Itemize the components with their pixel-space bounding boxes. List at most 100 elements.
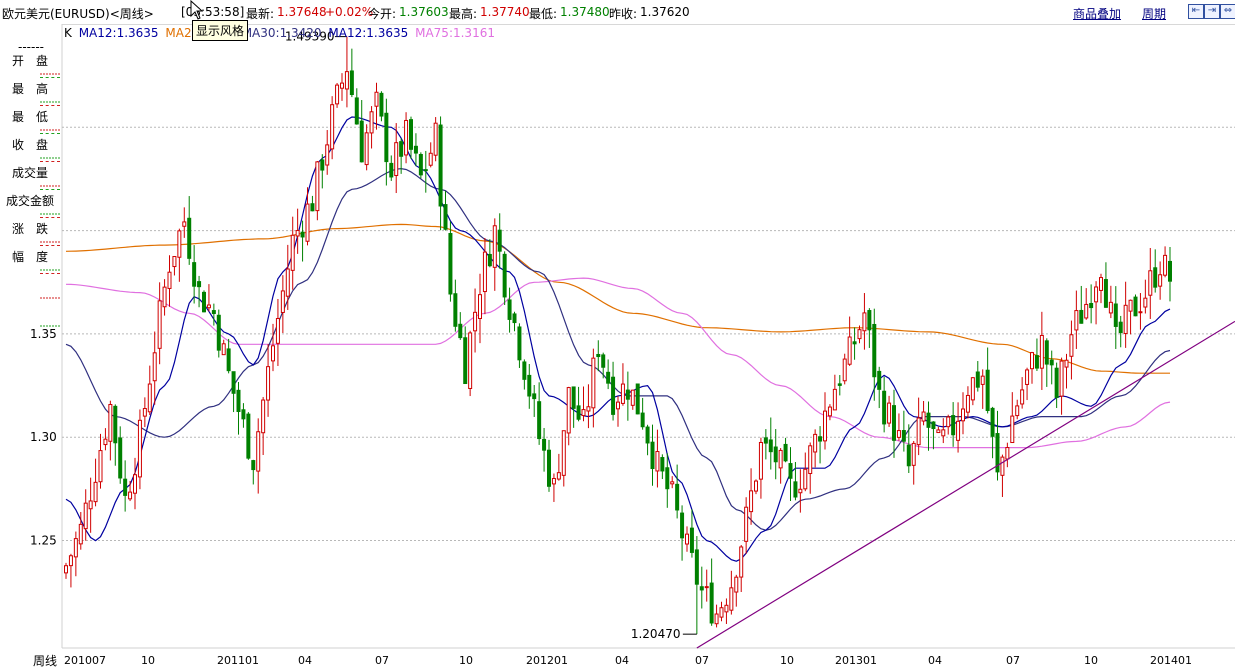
candle-body: [354, 97, 359, 125]
candle-body: [152, 352, 157, 382]
candle-body: [556, 472, 561, 480]
candle-body: [1084, 303, 1089, 319]
candle-body: [847, 336, 852, 365]
candle-body: [901, 430, 906, 442]
candle-body: [547, 449, 551, 487]
candle-body: [793, 481, 798, 498]
candle-body: [423, 169, 428, 172]
candle-body: [202, 291, 206, 313]
candle-body: [453, 293, 458, 327]
candle-body: [675, 483, 680, 511]
y-tick-label: 1.30: [30, 430, 57, 444]
low-annotation: 1.20470: [631, 627, 681, 641]
candle-body: [438, 124, 443, 207]
candle-body: [290, 234, 295, 271]
candle-body: [965, 394, 970, 413]
candle-body: [758, 441, 763, 480]
candle-body: [482, 251, 487, 293]
candle-body: [246, 413, 251, 459]
mouse-cursor-icon: [190, 0, 204, 20]
candle-body: [837, 383, 842, 386]
candle-body: [1054, 367, 1059, 398]
last-label: 最新:: [246, 7, 275, 21]
candle-body: [852, 341, 857, 345]
style-tooltip: 显示风格: [192, 20, 249, 41]
back-icon[interactable]: ⇤: [1188, 4, 1204, 19]
candle-body: [359, 120, 364, 163]
candlestick-chart[interactable]: 1.25 1.30 1.35 201007 10 201101 04 07 10 201201 04…: [0, 24, 1235, 672]
candle-body: [394, 142, 399, 176]
candle-body: [635, 383, 640, 415]
forward-icon[interactable]: ⇥: [1204, 4, 1220, 19]
candle-body: [931, 421, 936, 430]
candle-body: [473, 311, 478, 332]
candle-body: [739, 546, 744, 578]
x-tick-label: 201401: [1150, 654, 1192, 667]
candle-body: [763, 437, 768, 444]
candle-body: [1113, 303, 1118, 327]
x-tick-label: 10: [780, 654, 794, 667]
candle-body: [364, 132, 369, 166]
candle-body: [1044, 340, 1049, 365]
candle-body: [625, 389, 630, 400]
candle-body: [123, 478, 128, 496]
candle-body: [443, 204, 448, 230]
candle-body: [867, 310, 872, 331]
change-percent: +0.02%: [325, 5, 374, 19]
candle-body: [256, 431, 261, 472]
candle-body: [1025, 369, 1030, 385]
candle-body: [231, 371, 236, 394]
candle-body: [68, 555, 73, 567]
candle-body: [468, 332, 473, 389]
candle-body: [98, 450, 103, 483]
overlay-link[interactable]: 商品叠加: [1073, 5, 1121, 22]
candle-body: [689, 527, 694, 553]
candle-body: [369, 111, 374, 134]
candle-body: [813, 433, 818, 453]
candle-body: [1123, 304, 1128, 334]
candle-body: [744, 506, 749, 542]
candle-body: [1034, 355, 1039, 369]
candle-body: [1039, 334, 1044, 369]
candle-body: [827, 406, 832, 417]
candle-body: [887, 402, 892, 424]
candle-body: [413, 145, 418, 154]
candle-body: [699, 586, 704, 591]
candle-body: [458, 323, 463, 339]
period-link[interactable]: 周期: [1142, 5, 1166, 22]
candle-body: [1094, 286, 1099, 303]
candle-body: [620, 383, 625, 404]
prev-close-value: 1.37620: [640, 5, 690, 19]
candle-body: [832, 388, 837, 411]
candle-body: [1148, 270, 1153, 296]
candle-body: [349, 70, 354, 96]
candle-body: [478, 294, 482, 320]
y-tick-label: 1.35: [30, 327, 57, 341]
candle-body: [137, 419, 142, 478]
candle-body: [926, 412, 931, 428]
candle-body: [197, 281, 202, 288]
candle-body: [956, 420, 961, 441]
candle-body: [788, 463, 793, 479]
candle-body: [157, 300, 162, 349]
trend-line: [696, 320, 1235, 649]
candle-body: [857, 329, 862, 340]
candle-body: [665, 467, 670, 490]
candle-body: [1103, 279, 1108, 308]
candle-body: [399, 141, 404, 157]
candle-body: [1059, 360, 1064, 397]
candle-body: [330, 104, 335, 150]
candle-body: [64, 565, 68, 574]
candle-body: [1089, 302, 1094, 309]
candle-body: [418, 153, 423, 176]
candle-body: [532, 393, 537, 400]
candle-body: [808, 445, 813, 475]
candle-body: [1143, 297, 1148, 308]
ma200-line: [65, 223, 1170, 374]
prev-close-label: 昨收:: [609, 7, 638, 21]
candle-body: [896, 430, 901, 438]
legend-ma30: MA30:1.3420: [241, 26, 322, 40]
candle-body: [561, 430, 566, 476]
candle-body: [172, 256, 177, 268]
expand-icon[interactable]: ⇔: [1220, 4, 1235, 19]
